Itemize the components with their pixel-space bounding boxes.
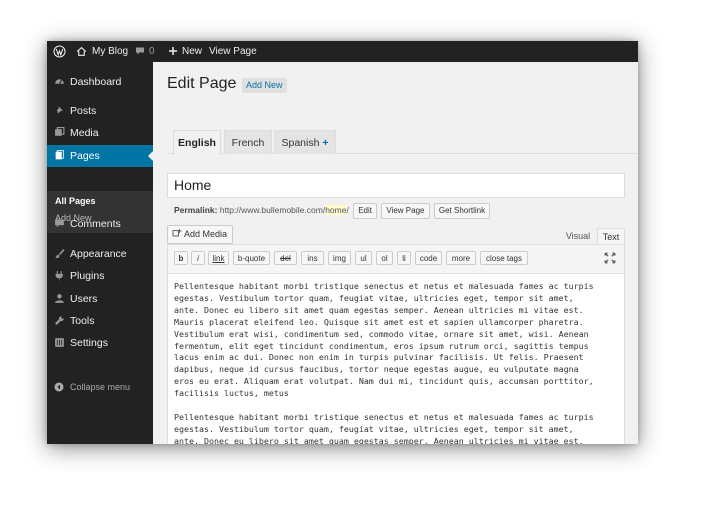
editor-content[interactable]: Pellentesque habitant morbi tristique se… — [174, 281, 620, 444]
tab-english[interactable]: English — [173, 130, 221, 155]
content-paragraph: Pellentesque habitant morbi tristique se… — [174, 411, 594, 444]
menu-dashboard[interactable]: Dashboard — [47, 71, 153, 93]
quicktag-more[interactable]: more — [446, 251, 476, 265]
users-icon — [55, 294, 64, 303]
tab-french[interactable]: French — [224, 130, 272, 154]
add-media-button[interactable]: Add Media — [167, 225, 234, 244]
menu-label: Media — [70, 127, 99, 139]
view-page-link[interactable]: View Page — [209, 41, 257, 62]
main-content: Edit Page Add New English French Spanish… — [153, 62, 638, 444]
menu-label: Dashboard — [70, 76, 122, 88]
page-title: Edit Page — [167, 75, 237, 92]
menu-label: Appearance — [70, 248, 127, 260]
menu-comments[interactable]: Comments — [47, 213, 153, 235]
quicktags-toolbar: b i link b-quote del ins img ul ol li co… — [168, 245, 624, 274]
settings-icon — [55, 338, 64, 347]
permalink-slug[interactable]: home — [325, 205, 347, 215]
permalink-trail: / — [346, 205, 349, 215]
comments-count[interactable]: 0 — [149, 41, 155, 62]
menu-label: Posts — [70, 105, 97, 117]
browser-frame: My Blog 0 New View Page Dashboard Posts … — [47, 41, 638, 444]
collapse-menu-button[interactable]: Collapse menu — [47, 380, 153, 396]
permalink-row: Permalink: http://www.bullemobile.com/ho… — [174, 202, 491, 219]
menu-label: Tools — [70, 315, 95, 327]
text-tab[interactable]: Text — [597, 228, 625, 244]
menu-tools[interactable]: Tools — [47, 310, 153, 332]
menu-appearance[interactable]: Appearance — [47, 243, 153, 265]
quicktag-link[interactable]: link — [208, 251, 229, 265]
get-shortlink-button[interactable]: Get Shortlink — [433, 202, 491, 219]
quicktag-italic[interactable]: i — [191, 251, 205, 265]
fullscreen-icon[interactable] — [604, 252, 616, 264]
post-title-input[interactable]: Home — [167, 173, 625, 198]
menu-posts[interactable]: Posts — [47, 100, 153, 122]
menu-label: Comments — [70, 218, 121, 230]
collapse-menu-label: Collapse menu — [70, 382, 131, 392]
submenu-all-pages[interactable]: All Pages — [55, 196, 96, 206]
menu-users[interactable]: Users — [47, 288, 153, 310]
edit-permalink-button[interactable]: Edit — [353, 202, 378, 219]
quicktag-ul[interactable]: ul — [355, 251, 372, 265]
tab-spanish[interactable]: Spanish + — [274, 130, 336, 154]
menu-pages[interactable]: Pages — [47, 145, 154, 167]
comment-bubble-icon[interactable] — [135, 41, 145, 62]
permalink-label: Permalink: — [174, 205, 218, 215]
site-name-link[interactable]: My Blog — [92, 41, 128, 62]
menu-label: Settings — [70, 337, 108, 349]
menu-settings[interactable]: Settings — [47, 332, 153, 354]
view-page-button[interactable]: View Page — [381, 202, 430, 219]
menu-label: Users — [70, 293, 98, 305]
tab-spanish-label: Spanish — [281, 137, 320, 149]
dashboard-icon — [55, 79, 64, 84]
media-icon — [55, 127, 65, 136]
text-editor[interactable]: b i link b-quote del ins img ul ol li co… — [167, 244, 625, 444]
menu-plugins[interactable]: Plugins — [47, 265, 153, 287]
home-icon[interactable] — [76, 41, 87, 62]
quicktag-code[interactable]: code — [415, 251, 442, 265]
pin-icon — [55, 106, 63, 115]
quicktag-ol[interactable]: ol — [376, 251, 393, 265]
admin-sidebar: Dashboard Posts Media Pages All Pages Ad… — [47, 62, 154, 444]
quicktag-bold[interactable]: b — [174, 251, 188, 265]
content-paragraph: Pellentesque habitant morbi tristique se… — [174, 281, 594, 399]
quicktag-ins[interactable]: ins — [301, 251, 324, 265]
new-content-link[interactable]: New — [182, 41, 202, 62]
brush-icon — [55, 249, 65, 259]
permalink-base-url: http://www.bullemobile.com/ — [219, 205, 326, 215]
comment-icon — [55, 219, 64, 228]
quicktag-li[interactable]: li — [397, 251, 411, 265]
admin-bar: My Blog 0 New View Page — [47, 41, 638, 62]
quicktag-img[interactable]: img — [328, 251, 351, 265]
menu-label: Plugins — [70, 270, 105, 282]
visual-tab[interactable]: Visual — [560, 228, 596, 244]
add-translation-plus[interactable]: + — [322, 137, 328, 149]
add-media-label: Add Media — [184, 229, 228, 239]
quicktag-del[interactable]: del — [274, 251, 297, 265]
pages-icon — [55, 150, 64, 160]
menu-media[interactable]: Media — [47, 122, 153, 144]
plus-icon[interactable] — [168, 41, 178, 62]
add-media-icon — [172, 229, 182, 237]
plugin-icon — [55, 271, 63, 281]
wordpress-logo-icon[interactable] — [53, 41, 66, 62]
add-new-button[interactable]: Add New — [242, 78, 287, 93]
quicktag-bquote[interactable]: b-quote — [233, 251, 270, 265]
quicktag-close-tags[interactable]: close tags — [480, 251, 528, 265]
collapse-arrow-icon — [54, 382, 64, 392]
wrench-icon — [55, 316, 64, 325]
menu-label: Pages — [70, 150, 100, 162]
